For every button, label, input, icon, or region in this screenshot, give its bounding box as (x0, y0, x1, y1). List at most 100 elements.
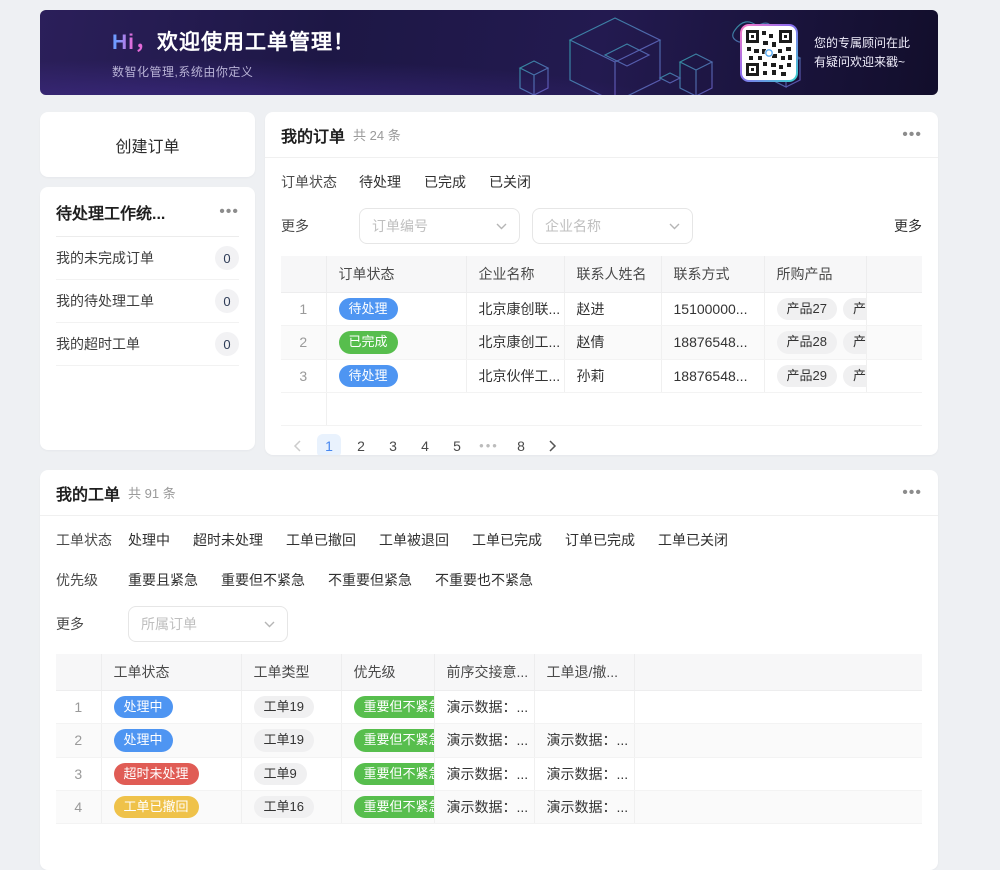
phone-cell: 18876548... (661, 326, 764, 359)
my-orders-panel: 我的订单 共 24 条 ••• 订单状态 待处理 已完成 已关闭 更多 订单编号 (265, 112, 938, 455)
tickets-panel-title: 我的工单 (56, 481, 120, 505)
pre-note-cell: 演示数据：... (434, 724, 534, 757)
ticket-status-option-ticket-done[interactable]: 工单已完成 (472, 530, 542, 550)
pagination-page-1[interactable]: 1 (317, 434, 341, 455)
order-row[interactable]: 3 待处理 北京伙伴工... 孙莉 18876548... 产品29产品 (281, 359, 922, 392)
banner-hi: Hi (112, 31, 135, 54)
ticket-type-pill: 工单9 (254, 763, 307, 785)
products-cell: 产品27 产品 (764, 293, 866, 326)
chevron-down-icon (264, 621, 275, 628)
banner-title: Hi，欢迎使用工单管理！ (112, 26, 355, 56)
pagination-page-5[interactable]: 5 (445, 434, 469, 455)
stat-label: 我的未完成订单 (56, 248, 154, 268)
ticket-type-pill: 工单19 (254, 696, 314, 718)
order-status-option-done[interactable]: 已完成 (424, 172, 466, 192)
ellipsis-icon[interactable]: ••• (219, 204, 239, 220)
ticket-status-option-returned[interactable]: 工单被退回 (379, 530, 449, 550)
row-index: 2 (56, 724, 101, 757)
order-row[interactable]: 1 待处理 北京康创联... 赵进 15100000... 产品27产品 (281, 293, 922, 326)
chevron-down-icon (496, 223, 507, 230)
company-cell: 北京伙伴工... (466, 359, 564, 392)
row-index: 2 (281, 326, 326, 359)
ticket-status-option-processing[interactable]: 处理中 (128, 530, 170, 550)
priority-badge: 重要但不紧急 (354, 729, 435, 751)
company-cell: 北京康创工... (466, 326, 564, 359)
stats-card-title: 待处理工作统... (56, 200, 165, 224)
stat-unfinished-orders[interactable]: 我的未完成订单 0 (56, 237, 239, 280)
order-status-option-closed[interactable]: 已关闭 (489, 172, 531, 192)
empty-row (281, 392, 922, 425)
ticket-row[interactable]: 1 处理中 工单19 重要但不紧急 演示数据：... (56, 691, 922, 724)
pagination-page-8[interactable]: 8 (509, 434, 533, 455)
status-badge: 已完成 (339, 331, 398, 353)
ellipsis-icon[interactable]: ••• (902, 127, 922, 143)
priority-option-important-urgent[interactable]: 重要且紧急 (128, 570, 198, 590)
pagination-ellipsis-icon[interactable]: ••• (477, 434, 501, 455)
stat-pending-tickets[interactable]: 我的待处理工单 0 (56, 280, 239, 323)
company-name-select[interactable]: 企业名称 (532, 208, 693, 244)
ticket-row[interactable]: 4 工单已撤回 工单16 重要但不紧急 演示数据：... 演示数据：... (56, 790, 922, 823)
order-row[interactable]: 2 已完成 北京康创工... 赵倩 18876548... 产品28产品 (281, 326, 922, 359)
col-contact-name: 联系人姓名 (564, 256, 661, 293)
priority-option-important-not-urgent[interactable]: 重要但不紧急 (221, 570, 305, 590)
status-badge: 超时未处理 (114, 763, 199, 785)
orders-count: 共 24 条 (353, 125, 401, 144)
products-cell: 产品29产品 (764, 359, 866, 392)
priority-option-not-important-urgent[interactable]: 不重要但紧急 (328, 570, 412, 590)
ticket-row[interactable]: 2 处理中 工单19 重要但不紧急 演示数据：... 演示数据：... (56, 724, 922, 757)
stat-count-badge: 0 (215, 246, 239, 270)
pagination-page-2[interactable]: 2 (349, 434, 373, 455)
order-number-select[interactable]: 订单编号 (359, 208, 520, 244)
ticket-status-option-closed[interactable]: 工单已关闭 (658, 530, 728, 550)
pagination-next-icon[interactable] (541, 434, 565, 455)
ticket-status-option-withdrawn[interactable]: 工单已撤回 (286, 530, 356, 550)
company-name-placeholder: 企业名称 (545, 216, 601, 236)
order-status-filter-label: 订单状态 (281, 172, 359, 192)
stat-overdue-tickets[interactable]: 我的超时工单 0 (56, 323, 239, 366)
status-badge: 处理中 (114, 696, 173, 718)
pagination-prev-icon[interactable] (285, 434, 309, 455)
product-pill: 产品27 (777, 298, 837, 320)
qr-pattern (745, 29, 793, 77)
order-status-option-pending[interactable]: 待处理 (359, 172, 401, 192)
row-index: 1 (281, 293, 326, 326)
row-index: 3 (281, 359, 326, 392)
pagination-page-4[interactable]: 4 (413, 434, 437, 455)
pre-note-cell: 演示数据：... (434, 691, 534, 724)
row-index: 1 (56, 691, 101, 724)
ticket-status-option-order-done[interactable]: 订单已完成 (565, 530, 635, 550)
product-pill: 产品 (843, 298, 866, 320)
row-index: 4 (56, 790, 101, 823)
create-order-button[interactable]: 创建订单 (40, 112, 255, 177)
parent-order-placeholder: 所属订单 (141, 614, 197, 634)
orders-table: 订单状态 企业名称 联系人姓名 联系方式 所购产品 1 待处理 北京康创联...… (281, 256, 922, 426)
stat-count-badge: 0 (215, 332, 239, 356)
col-index (56, 654, 101, 691)
status-badge: 工单已撤回 (114, 796, 199, 818)
qr-code (740, 24, 798, 82)
pre-note-cell: 演示数据：... (434, 757, 534, 790)
parent-order-select[interactable]: 所属订单 (128, 606, 288, 642)
product-pill: 产品29 (777, 365, 837, 387)
col-priority: 优先级 (341, 654, 434, 691)
product-pill: 产品 (843, 331, 866, 353)
stat-label: 我的待处理工单 (56, 291, 154, 311)
status-badge: 待处理 (339, 298, 398, 320)
contact-cell: 孙莉 (564, 359, 661, 392)
ticket-status-filter-label: 工单状态 (56, 530, 128, 550)
qr-caption-line1: 您的专属顾问在此 (814, 34, 910, 53)
product-pill: 产品28 (777, 331, 837, 353)
status-badge: 处理中 (114, 729, 173, 751)
priority-filter-label: 优先级 (56, 570, 128, 590)
col-index (281, 256, 326, 293)
pagination-page-3[interactable]: 3 (381, 434, 405, 455)
return-note-cell: 演示数据：... (534, 790, 634, 823)
ticket-row[interactable]: 3 超时未处理 工单9 重要但不紧急 演示数据：... 演示数据：... (56, 757, 922, 790)
more-link[interactable]: 更多 (894, 216, 922, 236)
priority-badge: 重要但不紧急 (354, 763, 435, 785)
ticket-status-option-overdue[interactable]: 超时未处理 (193, 530, 263, 550)
qr-caption-line2: 有疑问欢迎来戳~ (814, 53, 910, 72)
stat-count-badge: 0 (215, 289, 239, 313)
ellipsis-icon[interactable]: ••• (902, 485, 922, 501)
priority-option-not-important-not-urgent[interactable]: 不重要也不紧急 (435, 570, 533, 590)
